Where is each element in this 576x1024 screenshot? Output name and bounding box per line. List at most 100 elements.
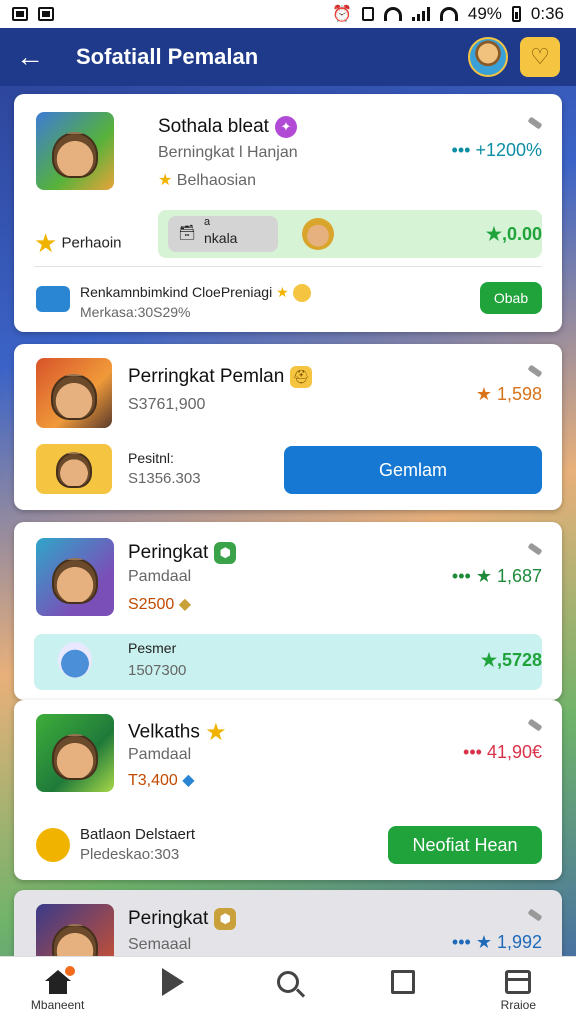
square-icon <box>391 969 416 994</box>
profile-avatar[interactable] <box>468 37 508 77</box>
chest-icon: 🗃 <box>178 224 196 240</box>
heart-icon: ♡ <box>530 44 550 69</box>
divider <box>34 266 542 267</box>
promo-button[interactable]: Obab <box>480 282 542 314</box>
detail-stat: ★,5728 <box>480 650 542 670</box>
status-bar: ⏰ 49% 0:36 <box>0 0 576 28</box>
subscore-value: S1356.303 <box>128 470 201 487</box>
leaderboard-card[interactable]: Sothala bleat ✦ Berningkat l Hanjan ★ Bel… <box>14 94 562 332</box>
sparkle-icon: ✦ <box>274 116 297 138</box>
score-stat: ••• ★ 1,687 <box>451 566 542 586</box>
score-stat: ••• +1200% <box>451 140 542 160</box>
player-avatar <box>302 218 334 250</box>
box-icon <box>505 969 532 994</box>
detail-panel <box>34 634 542 690</box>
play-icon <box>161 967 184 996</box>
rank-label: ★ Perhaoin <box>34 228 122 258</box>
wifi-icon-2 <box>439 7 458 21</box>
chip-label: nkala <box>204 230 238 246</box>
star-icon: ★ <box>158 172 173 189</box>
vibrate-icon <box>361 7 374 21</box>
small-star-icon: ★ <box>276 284 289 300</box>
score-stat: ••• ★ 1,992 <box>451 932 542 952</box>
card-title: Perringkat Pemlan ⛑ <box>128 366 313 388</box>
image-notification-icon <box>38 7 54 21</box>
nav-library[interactable] <box>353 969 453 1012</box>
coin-icon: ◆ <box>178 596 192 613</box>
card-subtitle: Pamdaal <box>128 746 192 763</box>
home-icon <box>44 965 75 994</box>
game-thumbnail[interactable] <box>36 714 114 792</box>
detail-value: 1507300 <box>128 662 187 679</box>
game-thumbnail[interactable] <box>36 358 112 428</box>
game-thumbnail[interactable] <box>36 112 114 190</box>
promo-line: Renkamnbimkind CloePreniagi ★ <box>80 284 311 303</box>
game-thumbnail[interactable] <box>36 538 114 616</box>
chip-small-label: a <box>204 216 211 228</box>
nav-home-label: Mbaneent <box>30 997 85 1012</box>
nav-inventory[interactable]: Rraioe <box>468 969 568 1012</box>
alarm-icon: ⏰ <box>331 6 352 23</box>
page-title: Sofatiall Pemalan <box>76 44 259 69</box>
clock: 0:36 <box>530 4 564 23</box>
card-title: Velkaths ★ <box>128 719 227 746</box>
emoji-icon <box>292 284 311 303</box>
nav-home[interactable]: Mbaneent <box>8 965 108 1012</box>
promo-subline: Merkasa:30S29% <box>80 304 191 320</box>
gallery-notification-icon <box>12 7 28 21</box>
helmet-badge-icon: ⛑ <box>290 366 313 388</box>
medal-icon <box>36 828 70 862</box>
card-title: Sothala bleat ✦ <box>158 116 297 138</box>
action-button[interactable]: Neofiat Hean <box>388 826 542 864</box>
star-icon: ★ <box>205 719 227 746</box>
wifi-icon <box>383 7 402 21</box>
notification-dot <box>64 965 75 976</box>
search-icon <box>276 970 299 993</box>
card-price: S2500 ◆ <box>128 596 192 613</box>
card-title: Peringkat ⬢ <box>128 908 237 930</box>
nav-search[interactable] <box>238 970 338 1011</box>
pin-icon[interactable] <box>527 116 543 130</box>
game-thumbnail[interactable] <box>36 904 114 956</box>
favorites-button[interactable]: ♡ <box>520 37 560 77</box>
card-subtitle: Semaaal <box>128 936 192 953</box>
gold-star-icon: ★ <box>34 228 58 258</box>
battery-percent: 49% <box>467 4 502 23</box>
card-price: S3761,900 <box>128 396 206 413</box>
nav-inventory-label: Rraioe <box>500 997 537 1012</box>
battery-icon <box>511 6 521 22</box>
ticket-icon <box>36 286 70 312</box>
detail-label: Pesmer <box>128 640 177 656</box>
player-avatar <box>36 444 112 494</box>
leaderboard-list[interactable]: Sothala bleat ✦ Berningkat l Hanjan ★ Bel… <box>0 86 576 956</box>
score-stat: ★ 1,598 <box>475 384 542 404</box>
reward-value: ★,0.00 <box>485 224 542 244</box>
footer-title: Batlaon Delstaert <box>80 826 196 843</box>
genie-avatar <box>58 642 92 678</box>
pin-icon[interactable] <box>527 718 543 732</box>
bottom-navigation: Mbaneent Rraioe <box>0 956 576 1024</box>
back-arrow-icon[interactable]: ← <box>16 41 64 73</box>
leaderboard-card[interactable]: Velkaths ★ Pamdaal T3,400 ◆ ••• 41,90€ B… <box>14 700 562 880</box>
cake-icon: ◆ <box>182 772 195 789</box>
signal-icon <box>411 7 430 21</box>
pin-icon[interactable] <box>527 364 543 378</box>
app-bar: ← Sofatiall Pemalan ♡ <box>0 28 576 86</box>
nav-play[interactable] <box>123 967 223 1014</box>
shield-icon: ⬢ <box>214 908 237 930</box>
card-price: T3,400 ◆ <box>128 772 195 789</box>
leaderboard-card[interactable]: Perringkat Pemlan ⛑ S3761,900 ★ 1,598 Pes… <box>14 344 562 510</box>
pin-icon[interactable] <box>527 908 543 922</box>
card-title: Peringkat ⬢ <box>128 542 237 564</box>
score-stat: ••• 41,90€ <box>463 742 542 762</box>
card-tag: ★ Belhaosian <box>158 172 256 189</box>
play-button[interactable]: Gemlam <box>284 446 542 494</box>
card-subtitle: Pamdaal <box>128 568 192 585</box>
shield-icon: ⬢ <box>214 542 237 564</box>
leaderboard-card[interactable]: Peringkat ⬢ Pamdaal S2500 ◆ ••• ★ 1,687 P… <box>14 522 562 700</box>
subscore-label: Pesitnl: <box>128 450 174 466</box>
pin-icon[interactable] <box>527 542 543 556</box>
footer-value: Pledeskao:303 <box>80 846 180 863</box>
card-subtitle: Berningkat l Hanjan <box>158 144 298 161</box>
leaderboard-card[interactable]: Peringkat ⬢ Semaaal ••• ★ 1,992 <box>14 890 562 956</box>
